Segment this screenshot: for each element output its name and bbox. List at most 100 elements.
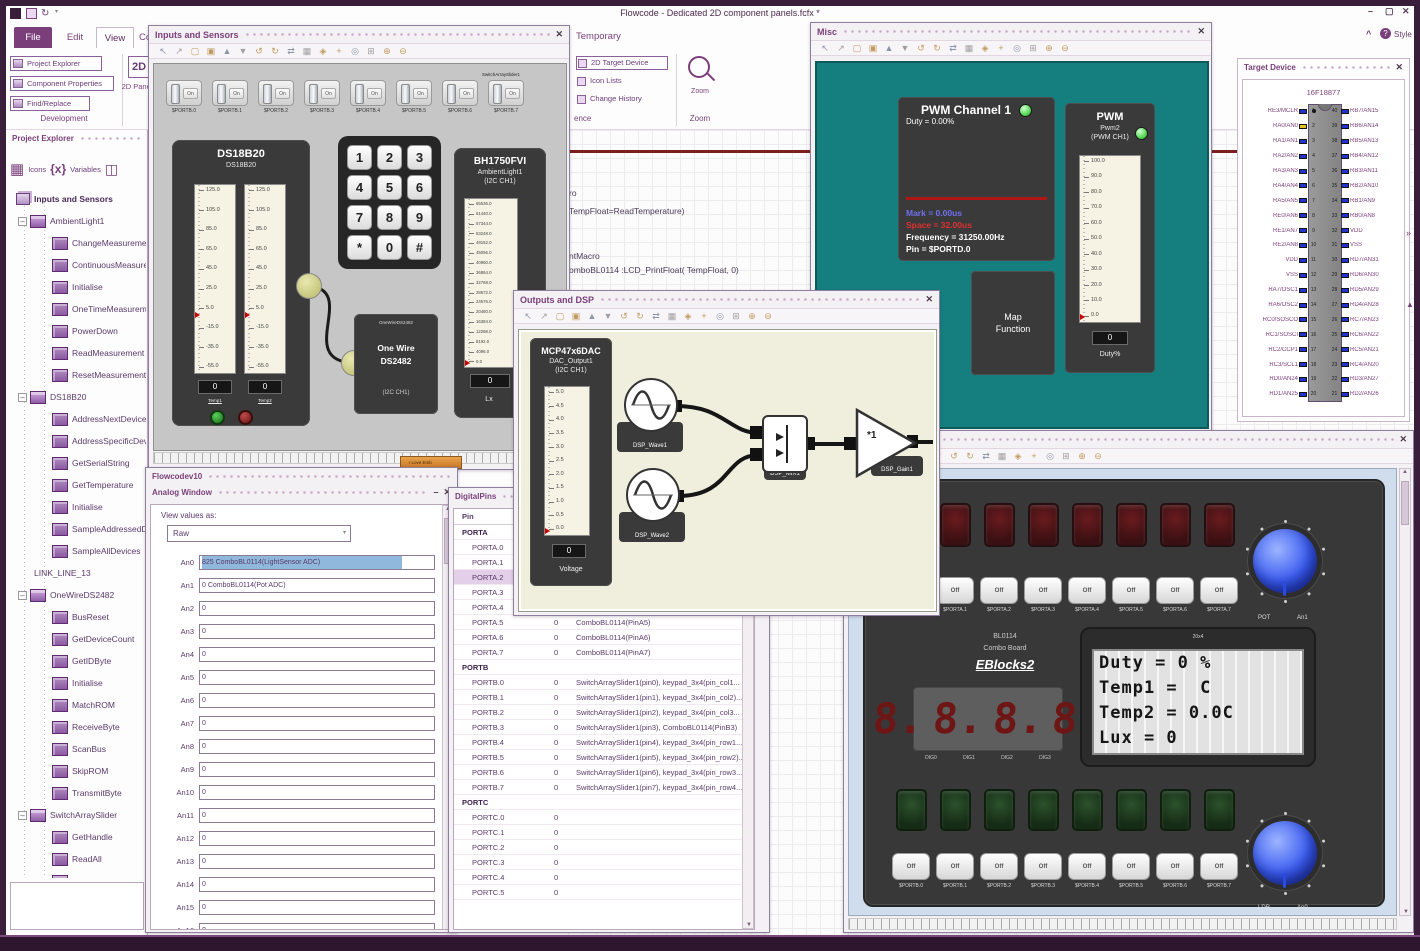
tree-item[interactable]: Inputs and Sensors — [8, 188, 146, 210]
pin-left-icon[interactable] — [1299, 362, 1307, 368]
toolbar-icon[interactable]: ↻ — [269, 45, 281, 57]
toolbar-icon[interactable]: ↗ — [835, 42, 847, 54]
2d-panel-icon[interactable]: 2D — [128, 56, 150, 78]
digital-pin-row[interactable]: PORTB.0 0 SwitchArraySlider1(pin0), keyp… — [454, 675, 754, 690]
toolbar-icon[interactable]: ↻ — [931, 42, 943, 54]
close-icon[interactable]: ✕ — [1197, 26, 1205, 37]
toolbar-icon[interactable]: ⊖ — [762, 310, 774, 322]
tree-item[interactable]: ResetMeasurement — [8, 364, 146, 386]
dac-scale[interactable]: 5.0 4.5 4.0 3.5 3.0 2.5 2.0 1.5 1.0 0.5 0.0 — [544, 386, 590, 536]
tree-item[interactable]: ReadAll — [8, 848, 146, 870]
i2c-connector-icon[interactable] — [296, 273, 322, 299]
icons-grid-icon[interactable]: ▦ — [10, 160, 24, 178]
pin-left-icon[interactable] — [1299, 183, 1307, 189]
analog-value-field[interactable]: 825 ComboBL0114(LightSensor ADC) — [199, 555, 435, 570]
digital-pin-row[interactable]: PORTC.4 0 — [454, 870, 754, 885]
tree-item[interactable]: GetHandle — [8, 826, 146, 848]
toolbar-icon[interactable]: ⊞ — [1060, 450, 1072, 462]
tree-item[interactable]: SkipROM — [8, 760, 146, 782]
map-function-box[interactable]: Map Function — [971, 271, 1055, 375]
analog-value-field[interactable]: 0 — [199, 647, 435, 662]
minimize-icon[interactable]: – — [433, 487, 438, 497]
inputs-titlebar[interactable]: Inputs and Sensors ✕ — [149, 26, 569, 43]
port-push-button[interactable]: Off — [980, 853, 1018, 880]
save-icon[interactable] — [26, 8, 37, 19]
pin-right-icon[interactable] — [1341, 317, 1349, 323]
toolbar-icon[interactable]: ⇄ — [650, 310, 662, 322]
toolbar-icon[interactable]: ▢ — [189, 45, 201, 57]
scroll-down-icon[interactable]: ▼ — [746, 922, 752, 928]
tree-item[interactable]: ChangeMeasuremen — [8, 232, 146, 254]
close-icon[interactable]: ✕ — [555, 29, 563, 40]
variables-icon[interactable]: {x} — [50, 162, 66, 176]
port-push-button[interactable]: Off — [1200, 853, 1238, 880]
analog-value-field[interactable]: 0 — [199, 877, 435, 892]
board-vscrollbar[interactable]: ▲ ▼ — [1399, 468, 1411, 916]
dsp-gain[interactable]: *1 — [855, 407, 918, 479]
pin-left-icon[interactable] — [1299, 153, 1307, 159]
tree-expander-icon[interactable] — [18, 810, 27, 820]
tab-file[interactable]: File — [14, 27, 52, 48]
digital-pin-row[interactable]: PORTB.2 0 SwitchArraySlider1(pin2), keyp… — [454, 705, 754, 720]
port-push-button[interactable]: Off — [1068, 853, 1106, 880]
port-push-button[interactable]: Off — [1112, 853, 1150, 880]
tree-item[interactable]: GetIDByte — [8, 650, 146, 672]
toolbar-icon[interactable]: ⊕ — [746, 310, 758, 322]
pin-left-icon[interactable] — [1299, 168, 1307, 174]
toolbar-icon[interactable]: ↖ — [157, 45, 169, 57]
digital-pin-row[interactable]: PORTC.0 0 — [454, 810, 754, 825]
pin-left-icon[interactable] — [1299, 257, 1307, 263]
toolbar-icon[interactable]: ↖ — [819, 42, 831, 54]
tree-item[interactable]: AddressSpecificDev — [8, 430, 146, 452]
macros-icon[interactable]: ◫ — [105, 161, 118, 178]
tree-item[interactable]: SwitchArraySlider — [8, 804, 146, 826]
port-push-button[interactable]: Off — [1156, 577, 1194, 604]
analog-value-field[interactable]: 0 — [199, 624, 435, 639]
dsp-wave2[interactable] — [626, 468, 680, 522]
ldr-knob[interactable] — [1243, 811, 1327, 895]
digital-pin-row[interactable]: PORTB.3 0 SwitchArraySlider1(pin3), Comb… — [454, 720, 754, 735]
toolbar-icon[interactable]: ↗ — [538, 310, 550, 322]
toolbar-icon[interactable]: + — [698, 310, 710, 322]
port-push-button[interactable]: Off — [1024, 853, 1062, 880]
pot-knob[interactable] — [1243, 519, 1327, 603]
close-button[interactable]: ✕ — [1402, 6, 1410, 17]
pin-right-icon[interactable] — [1341, 332, 1349, 338]
port-push-button[interactable]: Off — [1156, 853, 1194, 880]
port-push-button[interactable]: Off — [980, 577, 1018, 604]
view-values-dropdown[interactable]: Raw ▾ — [167, 525, 351, 542]
dock-expand-icon[interactable]: » — [1406, 228, 1411, 238]
find-replace-button[interactable]: Find/Replace — [10, 96, 90, 111]
toolbar-icon[interactable]: ⊞ — [365, 45, 377, 57]
toolbar-icon[interactable]: ▣ — [867, 42, 879, 54]
knob-dial[interactable] — [1253, 529, 1317, 596]
pin-right-icon[interactable] — [1341, 123, 1349, 129]
tree-item[interactable]: GetSerialString — [8, 452, 146, 474]
pin-right-icon[interactable] — [1341, 257, 1349, 263]
digital-pin-row[interactable]: PORTA.6 0 ComboBL0114(PinA6) — [454, 630, 754, 645]
pin-left-icon[interactable] — [1299, 347, 1307, 353]
tree-item[interactable]: OneTimeMeasureme — [8, 298, 146, 320]
toolbar-icon[interactable]: + — [1028, 450, 1040, 462]
icons-label[interactable]: Icons — [28, 165, 46, 174]
scroll-thumb[interactable] — [1401, 481, 1409, 525]
toolbar-icon[interactable]: ⇄ — [980, 450, 992, 462]
onewire-ds2482-component[interactable]: OneWireDS2482 One Wire DS2482 (I2C CH1) — [354, 314, 438, 414]
digital-pin-row[interactable]: PORTB.7 0 SwitchArraySlider1(pin7), keyp… — [454, 780, 754, 795]
inputs-scrollbar[interactable] — [153, 452, 567, 464]
toolbar-icon[interactable]: ↺ — [253, 45, 265, 57]
pin-right-icon[interactable] — [1341, 376, 1349, 382]
digital-pin-row[interactable]: PORTB.4 0 SwitchArraySlider1(pin4), keyp… — [454, 735, 754, 750]
dropdown-caret-icon[interactable]: ▾ — [343, 526, 346, 541]
port-push-button[interactable]: Off — [1024, 577, 1062, 604]
analog-value-field[interactable]: 0 ComboBL0114(Pot ADC) — [199, 578, 435, 593]
analog-value-field[interactable]: 0 — [199, 670, 435, 685]
pin-left-icon[interactable] — [1299, 302, 1307, 308]
toolbar-icon[interactable]: ▲ — [221, 45, 233, 57]
flowcodev10-titlebar[interactable]: Flowcodev10 — [146, 468, 457, 484]
pin-left-icon[interactable] — [1299, 332, 1307, 338]
toolbar-icon[interactable]: ▲ — [883, 42, 895, 54]
toolbar-icon[interactable]: ▣ — [570, 310, 582, 322]
pin-left-icon[interactable] — [1299, 272, 1307, 278]
toolbar-icon[interactable]: ▦ — [963, 42, 975, 54]
